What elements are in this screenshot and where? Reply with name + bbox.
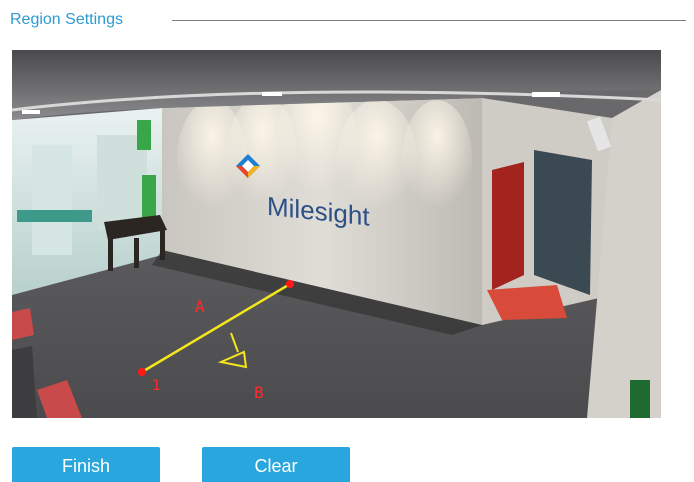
section-header: Region Settings	[10, 8, 686, 32]
section-title: Region Settings	[10, 11, 123, 28]
ceiling-light	[22, 110, 40, 114]
exit-sign	[630, 380, 650, 418]
clear-button[interactable]: Clear	[202, 447, 350, 482]
section-divider	[172, 20, 686, 21]
red-door	[492, 162, 524, 290]
ceiling-light	[262, 92, 282, 96]
camera-live-view[interactable]: Milesight A B 1	[12, 50, 661, 418]
side-a-label: A	[195, 297, 205, 316]
line-endpoint-start[interactable]	[138, 368, 146, 376]
side-b-label: B	[254, 383, 264, 402]
line-id-label: 1	[152, 378, 160, 394]
green-poster-2	[142, 175, 156, 220]
floor-marking	[12, 308, 34, 340]
left-room-panel	[32, 145, 72, 255]
region-settings-page: Region Settings Milesight A B 1 Finish C…	[0, 0, 694, 482]
ceiling-light	[532, 92, 560, 97]
wall-light-glow	[402, 100, 472, 220]
table	[17, 210, 92, 222]
camera-scene[interactable]: Milesight A B 1	[12, 50, 661, 418]
glass-door	[534, 150, 592, 295]
finish-button[interactable]: Finish	[12, 447, 160, 482]
green-poster	[137, 120, 151, 150]
line-endpoint-end[interactable]	[286, 280, 294, 288]
